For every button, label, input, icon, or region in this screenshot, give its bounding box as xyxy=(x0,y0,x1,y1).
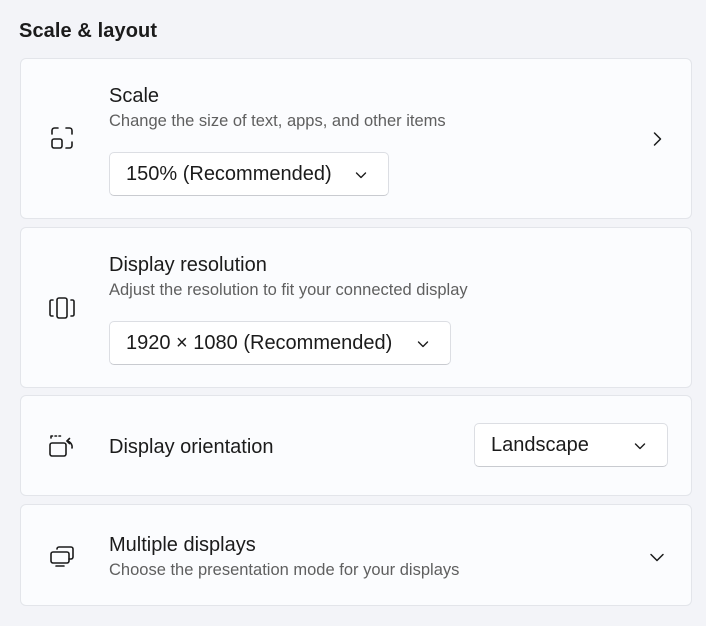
display-orientation-dropdown-value: Landscape xyxy=(491,433,589,456)
scale-dropdown-value: 150% (Recommended) xyxy=(126,162,332,185)
display-resolution-dropdown-value: 1920 × 1080 (Recommended) xyxy=(126,331,393,354)
scale-icon xyxy=(47,123,77,153)
display-orientation-icon xyxy=(47,431,77,461)
display-orientation-title: Display orientation xyxy=(109,436,274,458)
chevron-right-icon[interactable] xyxy=(649,131,665,147)
display-resolution-icon xyxy=(47,293,77,323)
scale-title: Scale xyxy=(109,85,160,107)
scale-description: Change the size of text, apps, and other… xyxy=(109,112,446,130)
display-resolution-dropdown[interactable]: 1920 × 1080 (Recommended) xyxy=(109,321,451,365)
chevron-down-icon xyxy=(633,439,647,453)
multiple-displays-card[interactable]: Multiple displays Choose the presentatio… xyxy=(20,504,692,606)
multiple-displays-icon xyxy=(47,541,77,571)
chevron-down-icon xyxy=(354,168,368,182)
display-orientation-dropdown[interactable]: Landscape xyxy=(474,423,668,467)
display-resolution-title: Display resolution xyxy=(109,254,267,276)
display-resolution-card[interactable]: Display resolution Adjust the resolution… xyxy=(20,227,692,388)
scale-card[interactable]: Scale Change the size of text, apps, and… xyxy=(20,58,692,219)
display-orientation-card[interactable]: Display orientation Landscape xyxy=(20,395,692,496)
multiple-displays-title: Multiple displays xyxy=(109,534,256,556)
section-title: Scale & layout xyxy=(19,20,158,42)
multiple-displays-description: Choose the presentation mode for your di… xyxy=(109,561,460,579)
chevron-down-icon xyxy=(416,337,430,351)
chevron-down-icon[interactable] xyxy=(649,549,665,565)
scale-dropdown[interactable]: 150% (Recommended) xyxy=(109,152,389,196)
display-resolution-description: Adjust the resolution to fit your connec… xyxy=(109,281,468,299)
